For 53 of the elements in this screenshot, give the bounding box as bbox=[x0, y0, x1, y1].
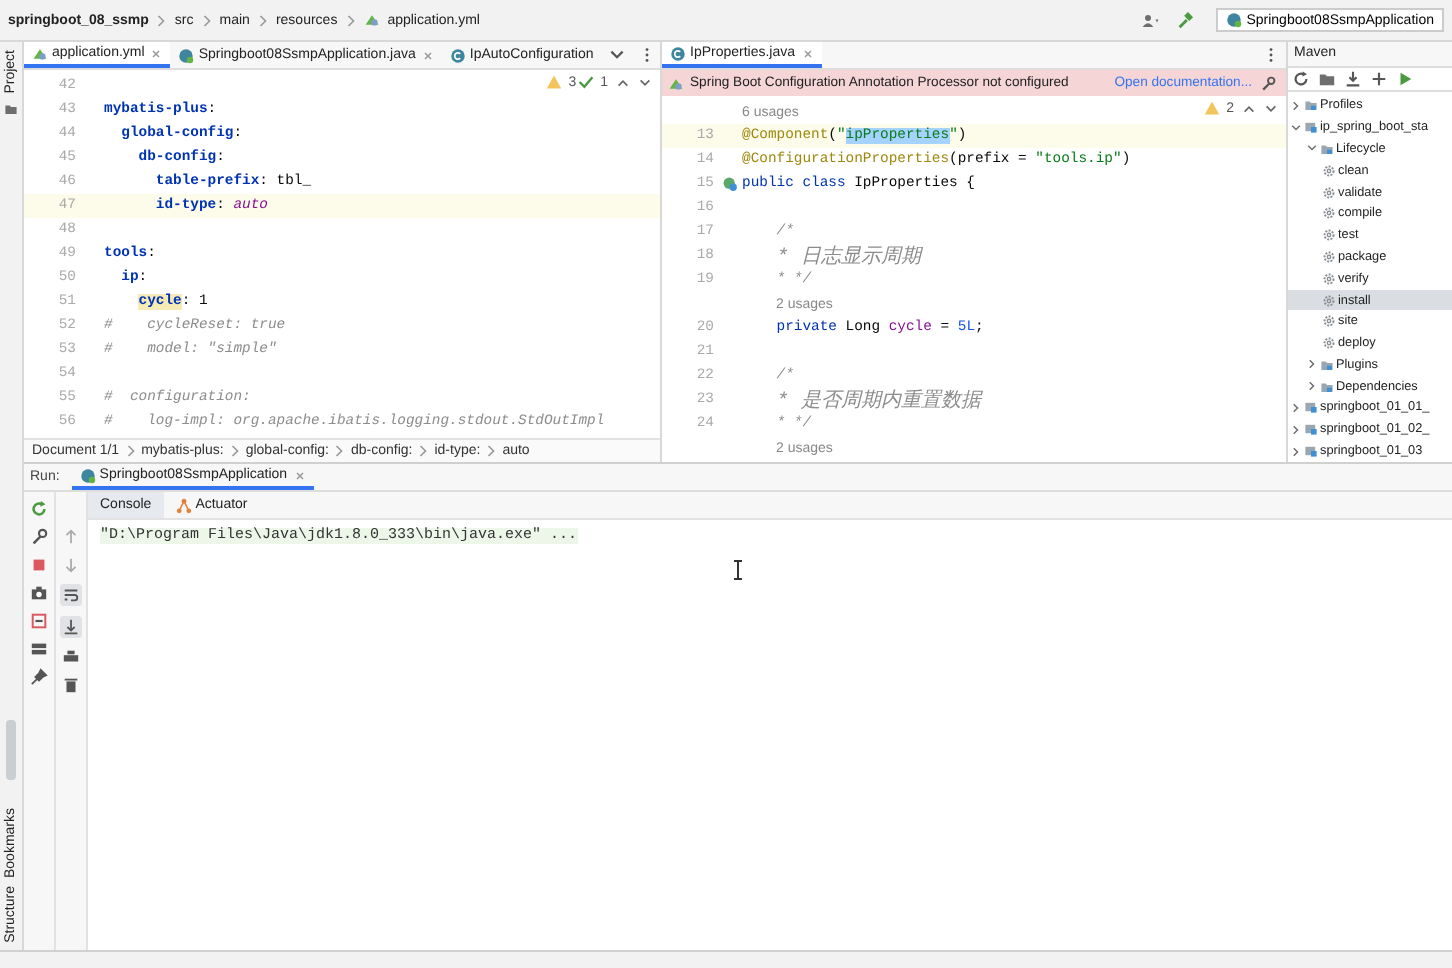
folder-icon bbox=[1320, 357, 1334, 372]
chevron-right-icon[interactable] bbox=[1290, 99, 1302, 112]
chevron-right-icon bbox=[125, 444, 136, 458]
layout-icon[interactable] bbox=[30, 640, 48, 658]
folder-icon[interactable] bbox=[1318, 70, 1336, 89]
close-icon[interactable] bbox=[293, 469, 306, 481]
rerun-icon[interactable] bbox=[30, 500, 48, 518]
stop-icon[interactable] bbox=[30, 556, 48, 574]
yml-file-icon bbox=[32, 45, 48, 61]
camera-icon[interactable] bbox=[30, 584, 48, 602]
chevron-right-icon bbox=[201, 13, 212, 27]
check-icon[interactable] bbox=[578, 74, 595, 90]
yml-file-icon bbox=[668, 75, 684, 91]
soft-wrap-icon[interactable] bbox=[60, 584, 82, 606]
close-icon[interactable] bbox=[150, 47, 163, 59]
chevron-right-icon bbox=[257, 13, 268, 27]
bean-icon[interactable] bbox=[722, 176, 738, 192]
code-line: * 是否周期内重置数据 bbox=[774, 387, 981, 414]
download-icon[interactable] bbox=[1344, 70, 1362, 89]
yml-file-icon bbox=[363, 12, 380, 28]
chevron-up-icon[interactable] bbox=[616, 75, 630, 89]
folder-icon[interactable] bbox=[4, 101, 18, 116]
hammer-icon[interactable] bbox=[1176, 11, 1195, 29]
user-icon[interactable] bbox=[1142, 11, 1161, 29]
chevron-right-icon bbox=[418, 444, 429, 458]
close-icon[interactable] bbox=[421, 49, 434, 61]
module-icon bbox=[1304, 120, 1318, 135]
class-file-icon bbox=[670, 45, 686, 61]
refresh-icon[interactable] bbox=[1292, 70, 1310, 89]
scroll-to-end-icon[interactable] bbox=[60, 616, 82, 638]
chevron-right-icon bbox=[345, 13, 356, 27]
folder-icon bbox=[1320, 141, 1334, 156]
close-icon[interactable] bbox=[801, 47, 814, 59]
class-file-icon bbox=[79, 467, 96, 483]
chevron-right-icon bbox=[156, 13, 167, 27]
text-cursor-icon bbox=[732, 560, 744, 580]
run-icon[interactable] bbox=[1396, 70, 1414, 89]
folder-icon bbox=[1320, 379, 1334, 394]
chevron-right-icon bbox=[334, 444, 345, 458]
class-file-icon bbox=[178, 47, 195, 63]
class-file-icon bbox=[1226, 12, 1243, 28]
folder-icon bbox=[1304, 98, 1318, 113]
code-line: * 日志显示周期 bbox=[774, 243, 921, 270]
class-file-icon bbox=[449, 47, 466, 63]
chevron-right-icon bbox=[486, 444, 497, 458]
pin-icon[interactable] bbox=[30, 668, 48, 686]
chevron-right-icon bbox=[229, 444, 240, 458]
nodes-icon bbox=[175, 497, 192, 513]
print-icon[interactable] bbox=[62, 648, 80, 666]
trash-icon[interactable] bbox=[62, 676, 80, 694]
chevron-up-icon[interactable] bbox=[1242, 101, 1256, 115]
exit-icon[interactable] bbox=[30, 612, 48, 630]
plus-icon[interactable] bbox=[1370, 70, 1388, 89]
